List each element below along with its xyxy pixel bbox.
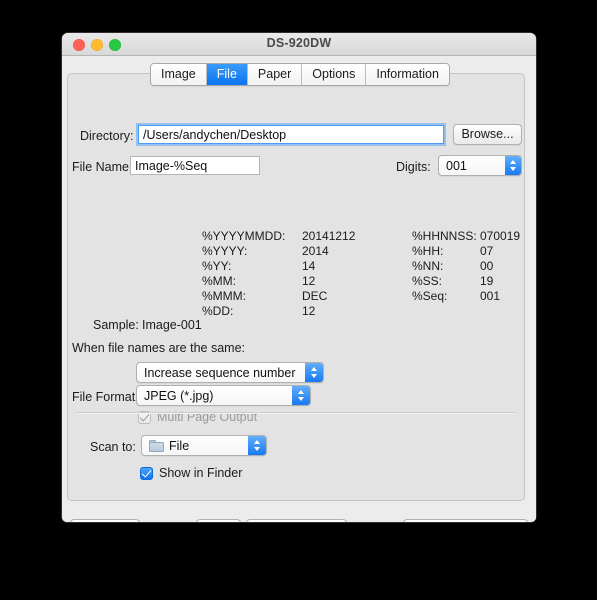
- token-row: %YYYYMMDD: 20141212: [202, 229, 355, 244]
- token-value: 20141212: [302, 229, 356, 243]
- tab-image[interactable]: Image: [151, 64, 207, 85]
- token-row: %HH: 07: [412, 244, 520, 259]
- file-name-label: File Name:: [72, 160, 133, 174]
- token-value: 19: [480, 274, 494, 288]
- token-key: %SS:: [412, 274, 443, 288]
- token-key: %NN:: [412, 259, 444, 273]
- default-button[interactable]: Default: [70, 519, 140, 522]
- browse-button[interactable]: Browse...: [453, 124, 522, 145]
- tab-file[interactable]: File: [206, 64, 248, 85]
- token-value: 001: [480, 289, 501, 303]
- title-bar[interactable]: DS-920DW: [62, 33, 536, 56]
- token-value: 12: [302, 274, 316, 288]
- show-in-finder-checkbox[interactable]: Show in Finder: [140, 466, 242, 480]
- tab-options[interactable]: Options: [302, 64, 367, 85]
- token-key: %HH:: [412, 244, 444, 258]
- digits-stepper[interactable]: 001: [438, 155, 522, 176]
- scanner-window: DS-920DW Image File Paper Options Inform…: [62, 33, 536, 522]
- token-value: 12: [302, 304, 316, 318]
- tab-bar: Image File Paper Options Information: [150, 63, 450, 86]
- tab-information[interactable]: Information: [366, 64, 449, 85]
- window-body: Image File Paper Options Information Dir…: [62, 56, 536, 522]
- token-row: %YYYY: 2014: [202, 244, 355, 259]
- tab-paper[interactable]: Paper: [247, 64, 303, 85]
- file-format-label: File Format:: [72, 390, 139, 404]
- token-row: %MM: 12: [202, 274, 355, 289]
- token-key: %YYYYMMDD:: [202, 229, 286, 243]
- same-names-popup[interactable]: Increase sequence number: [136, 362, 324, 383]
- preview-window-button[interactable]: Preview Window>>: [403, 519, 528, 522]
- chevron-updown-icon[interactable]: [292, 386, 310, 405]
- show-in-finder-label: Show in Finder: [159, 466, 243, 480]
- token-value: 07: [480, 244, 494, 258]
- chevron-updown-icon[interactable]: [305, 363, 323, 382]
- sample-label: Sample:: [93, 318, 139, 332]
- scan-to-value: File: [169, 439, 190, 453]
- scan-to-label: Scan to:: [90, 440, 136, 454]
- token-key: %Seq:: [412, 289, 448, 303]
- token-row: %DD: 12: [202, 304, 355, 319]
- section-divider: [76, 412, 516, 413]
- directory-label: Directory:: [80, 129, 134, 143]
- scan-to-popup[interactable]: File: [141, 435, 267, 456]
- token-value: 2014: [302, 244, 329, 258]
- chevron-updown-icon[interactable]: [248, 436, 266, 455]
- sample-value: Image-001: [142, 318, 202, 332]
- digits-value: 001: [446, 159, 467, 173]
- token-value: 00: [480, 259, 494, 273]
- token-list-left: %YYYYMMDD: 20141212 %YYYY: 2014 %YY: 14 %MM…: [202, 229, 355, 319]
- token-row: %SS: 19: [412, 274, 520, 289]
- folder-icon: [149, 440, 164, 452]
- file-format-popup[interactable]: JPEG (*.jpg): [136, 385, 311, 406]
- token-key: %MM:: [202, 274, 236, 288]
- token-row: %Seq: 001: [412, 289, 520, 304]
- button-bar: Default Exit Scan Preview Window>>: [62, 505, 536, 522]
- token-key: %YYYY:: [202, 244, 248, 258]
- token-key: %YY:: [202, 259, 232, 273]
- token-row: %YY: 14: [202, 259, 355, 274]
- token-value: 070019: [480, 229, 521, 243]
- file-settings-panel: Directory: Browse... File Name: Digits: …: [67, 73, 525, 501]
- token-row: %NN: 00: [412, 259, 520, 274]
- file-name-input[interactable]: [130, 156, 260, 175]
- same-names-value: Increase sequence number: [144, 366, 296, 380]
- checkbox-box-icon[interactable]: [140, 466, 153, 480]
- token-value: 14: [302, 259, 316, 273]
- token-row: %MMM: DEC: [202, 289, 355, 304]
- token-key: %DD:: [202, 304, 234, 318]
- token-list-right: %HHNNSS: 070019 %HH: 07 %NN: 00 %SS: 19 %Seq…: [412, 229, 520, 304]
- file-format-value: JPEG (*.jpg): [144, 389, 214, 403]
- exit-button[interactable]: Exit: [196, 519, 241, 522]
- token-key: %MMM:: [202, 289, 246, 303]
- digits-label: Digits:: [396, 160, 431, 174]
- directory-input[interactable]: [138, 125, 444, 144]
- token-row: %HHNNSS: 070019: [412, 229, 520, 244]
- window-title: DS-920DW: [266, 36, 332, 50]
- token-value: DEC: [302, 289, 328, 303]
- stepper-arrows-icon[interactable]: [505, 156, 521, 175]
- scan-button[interactable]: Scan: [246, 519, 347, 522]
- token-key: %HHNNSS:: [412, 229, 477, 243]
- same-names-label: When file names are the same:: [72, 341, 245, 355]
